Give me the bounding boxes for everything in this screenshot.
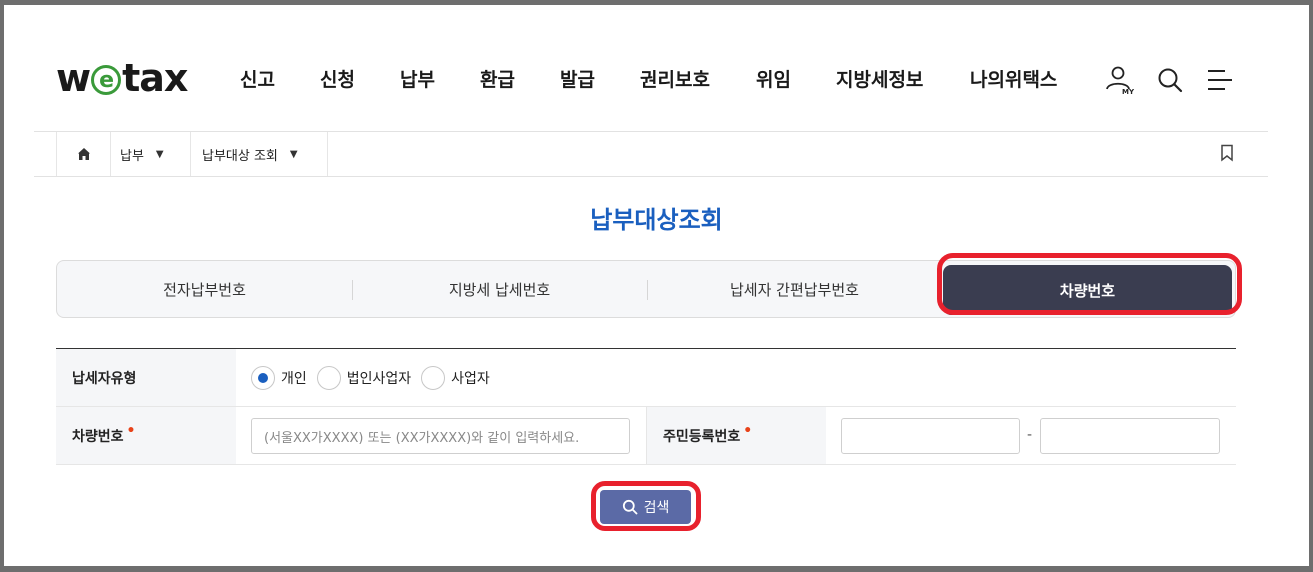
- taxpayer-type-label: 납세자유형: [56, 349, 236, 406]
- required-dot: •: [743, 422, 753, 439]
- nav-issue[interactable]: 발급: [560, 66, 640, 94]
- caret-down-icon: ▼: [155, 148, 164, 160]
- vehicle-number-input[interactable]: (서울XX가XXXX) 또는 (XX가XXXX)와 같이 입력하세요.: [251, 418, 630, 454]
- page-title: 납부대상조회: [590, 206, 723, 234]
- nav-pay[interactable]: 납부: [400, 66, 480, 94]
- tab-vehicle-number[interactable]: 차량번호: [943, 265, 1232, 315]
- radio-label: 법인사업자: [346, 370, 412, 387]
- breadcrumb-label: 납부대상 조회: [202, 148, 278, 164]
- rrn-label: 주민등록번호 •: [646, 407, 826, 464]
- radio-button[interactable]: [316, 365, 341, 390]
- nav-local-tax-info[interactable]: 지방세정보: [836, 66, 970, 94]
- search-form: 납세자유형 개인 법인사업자 사업자 차량번호 • (서울XX가XXXX) 또는 …: [56, 348, 1236, 465]
- vehicle-number-label: 차량번호 •: [56, 407, 236, 464]
- nav-report[interactable]: 신고: [240, 66, 320, 94]
- radio-label: 사업자: [451, 370, 490, 387]
- nav-apply[interactable]: 신청: [320, 66, 400, 94]
- search-icon: [622, 499, 638, 515]
- radio-button[interactable]: [421, 365, 446, 390]
- breadcrumb-item-lookup[interactable]: 납부대상 조회 ▼: [191, 132, 328, 176]
- radio-individual[interactable]: 개인: [251, 365, 307, 390]
- lookup-tabs: 전자납부번호 지방세 납세번호 납세자 간편납부번호 차량번호: [56, 260, 1236, 318]
- radio-business[interactable]: 사업자: [421, 365, 490, 390]
- main-nav: 신고 신청 납부 환급 발급 권리보호 위임 지방세정보 나의위택스: [240, 66, 1070, 94]
- logo-w: w: [56, 56, 91, 100]
- nav-refund[interactable]: 환급: [480, 66, 560, 94]
- rrn-front-input[interactable]: [841, 418, 1020, 454]
- header-icons: MY: [1104, 64, 1236, 96]
- breadcrumb: 납부 ▼ 납부대상 조회 ▼: [34, 131, 1268, 177]
- search-icon[interactable]: [1154, 64, 1186, 96]
- search-button-label: 검색: [643, 500, 670, 516]
- tab-simple-payment-number[interactable]: 납세자 간편납부번호: [647, 261, 942, 317]
- form-row-taxpayer-type: 납세자유형 개인 법인사업자 사업자: [56, 349, 1236, 407]
- bookmark-icon[interactable]: [1220, 144, 1234, 166]
- wetax-logo[interactable]: w e tax: [56, 56, 188, 100]
- nav-my-wetax[interactable]: 나의위택스: [970, 66, 1070, 94]
- nav-delegate[interactable]: 위임: [756, 66, 836, 94]
- rrn-label-text: 주민등록번호: [663, 428, 741, 445]
- logo-e: e: [91, 65, 122, 95]
- radio-label: 개인: [281, 370, 307, 387]
- breadcrumb-item-pay[interactable]: 납부 ▼: [111, 132, 191, 176]
- svg-text:MY: MY: [1122, 88, 1135, 96]
- radio-button-selected[interactable]: [251, 365, 275, 390]
- rrn-separator: -: [1027, 427, 1033, 443]
- my-icon[interactable]: MY: [1104, 64, 1136, 96]
- menu-icon[interactable]: [1204, 64, 1236, 96]
- vehicle-number-label-text: 차량번호: [72, 428, 124, 445]
- tab-electronic-payment-number[interactable]: 전자납부번호: [57, 261, 352, 317]
- required-dot: •: [126, 422, 136, 439]
- tab-local-tax-number[interactable]: 지방세 납세번호: [352, 261, 647, 317]
- breadcrumb-label: 납부: [120, 148, 144, 164]
- nav-rights[interactable]: 권리보호: [640, 66, 756, 94]
- home-icon[interactable]: [56, 132, 111, 176]
- radio-corporate[interactable]: 법인사업자: [316, 365, 412, 390]
- rrn-back-input[interactable]: [1040, 418, 1220, 454]
- form-row-vehicle: 차량번호 • (서울XX가XXXX) 또는 (XX가XXXX)와 같이 입력하세요…: [56, 407, 1236, 465]
- caret-down-icon: ▼: [289, 148, 298, 160]
- logo-tax: tax: [122, 56, 188, 100]
- taxpayer-type-radio-group: 개인 법인사업자 사업자: [251, 349, 500, 406]
- search-button[interactable]: 검색: [600, 490, 691, 524]
